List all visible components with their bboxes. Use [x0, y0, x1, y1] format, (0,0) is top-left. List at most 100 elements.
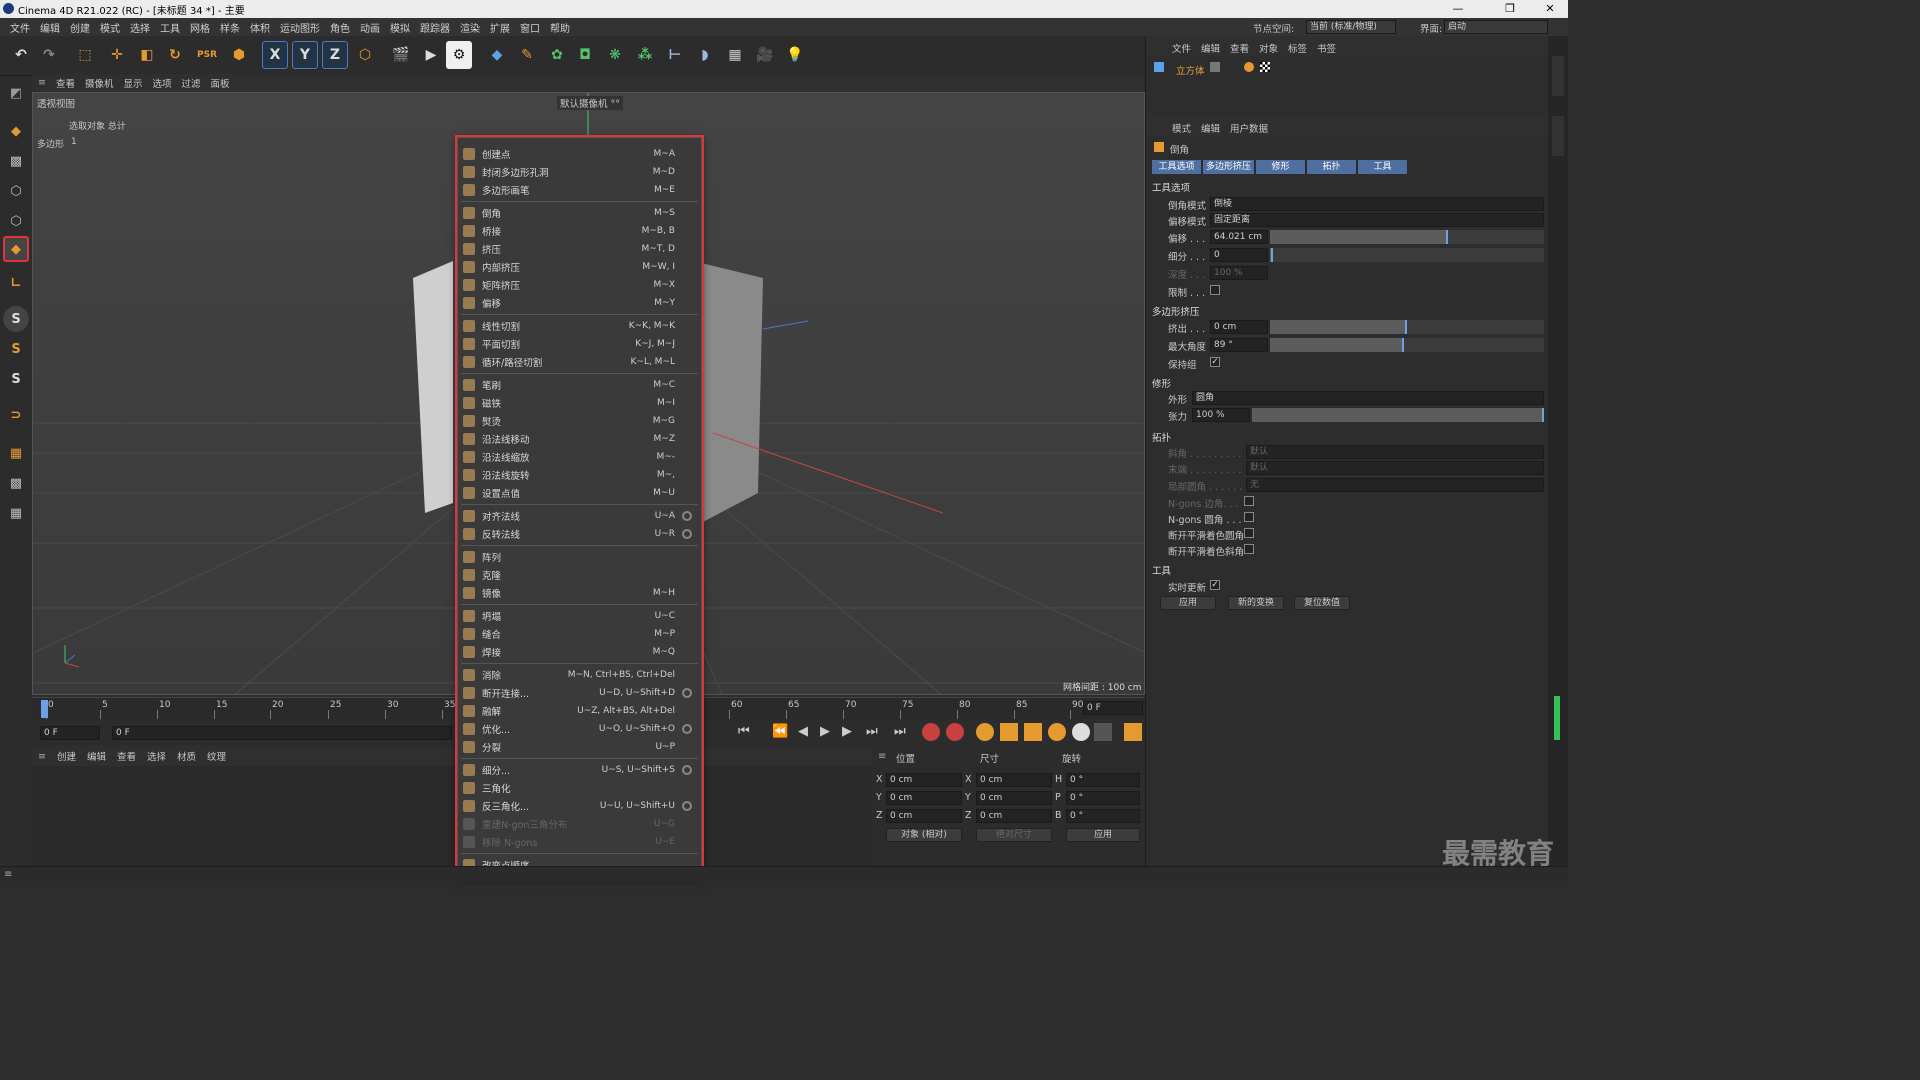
camera-label[interactable]: 默认摄像机 °° [557, 96, 624, 110]
tension-field[interactable]: 100 % [1192, 408, 1250, 422]
render-view-icon[interactable]: 🎬 [388, 41, 414, 69]
menu-item[interactable]: 文件 [10, 20, 30, 35]
menu-item[interactable]: 体积 [250, 20, 270, 35]
position-field[interactable]: 0 cm [886, 791, 962, 805]
object-manager-menu-item[interactable]: 文件 [1172, 41, 1191, 55]
size-field[interactable]: 0 cm [976, 791, 1052, 805]
ngon-corner-checkbox[interactable] [1244, 496, 1254, 506]
material-menu-icon[interactable]: ≡ [38, 751, 46, 762]
snap-icon[interactable]: S [3, 306, 29, 332]
texture-mode-icon[interactable]: ▩ [3, 148, 29, 174]
rotation-field[interactable]: 0 ° [1066, 773, 1140, 787]
menu-item[interactable]: 角色 [330, 20, 350, 35]
viewport-menu-item[interactable]: 查看 [56, 76, 75, 90]
ending-select[interactable]: 默认 [1246, 461, 1544, 475]
max-angle-slider[interactable] [1270, 338, 1544, 352]
record-icon[interactable] [922, 723, 940, 741]
object-manager-menu-item[interactable]: 对象 [1259, 41, 1278, 55]
phong-break-rounding-checkbox[interactable] [1244, 528, 1254, 538]
rotation-key-icon[interactable] [1048, 723, 1066, 741]
bevel-mode-select[interactable]: 倒棱 [1210, 197, 1544, 211]
attribute-tab[interactable]: 拓扑 [1307, 160, 1357, 174]
scale-key-icon[interactable] [1024, 723, 1042, 741]
menu-item[interactable]: 编辑 [40, 20, 60, 35]
field-icon[interactable]: ⊢ [662, 41, 688, 69]
goto-end-icon[interactable]: ⏭ [866, 724, 878, 739]
x-axis-icon[interactable]: X [262, 41, 288, 69]
coord-system-icon[interactable]: ⬡ [352, 41, 378, 69]
subdivision-slider[interactable] [1270, 248, 1544, 262]
coord-apply-button[interactable]: 应用 [1066, 828, 1140, 842]
attribute-tab[interactable]: 工具 [1358, 160, 1408, 174]
rotation-field[interactable]: 0 ° [1066, 809, 1140, 823]
offset-slider[interactable] [1270, 230, 1544, 244]
snap-toggle-icon[interactable]: S [3, 366, 29, 392]
material-menu-item[interactable]: 纹理 [207, 749, 226, 763]
psr-icon[interactable]: PSR [194, 41, 220, 69]
menu-item[interactable]: 样条 [220, 20, 240, 35]
viewport-menu-icon[interactable]: ≡ [38, 77, 46, 88]
light-icon[interactable]: 💡 [782, 41, 808, 69]
coord-mode-select[interactable]: 对象 (相对) [886, 828, 962, 842]
ngon-rounding-checkbox[interactable] [1244, 512, 1254, 522]
select-icon[interactable]: ⬚ [72, 41, 98, 69]
phong-break-miter-checkbox[interactable] [1244, 544, 1254, 554]
minimize-icon[interactable]: — [1443, 0, 1473, 18]
scale-icon[interactable]: ◧ [134, 41, 160, 69]
extrude-slider[interactable] [1270, 320, 1544, 334]
edges-mode-icon[interactable]: ⬡ [3, 208, 29, 234]
play-icon[interactable]: ▶ [820, 724, 830, 739]
side-tab-1[interactable] [1552, 56, 1564, 96]
generator-icon[interactable]: ✿ [544, 41, 570, 69]
rotate-icon[interactable]: ↻ [162, 41, 188, 69]
redo-icon[interactable]: ↷ [36, 41, 62, 69]
object-manager-menu-item[interactable]: 标签 [1288, 41, 1307, 55]
partial-rounding-select[interactable]: 无 [1246, 478, 1544, 492]
coord-size-mode-select[interactable]: 绝对尺寸 [976, 828, 1052, 842]
y-axis-icon[interactable]: Y [292, 41, 318, 69]
new-transform-button[interactable]: 新的变换 [1228, 596, 1284, 610]
offset-field[interactable]: 64.021 cm [1210, 230, 1268, 244]
prev-frame-icon[interactable]: ◀ [798, 724, 808, 739]
position-field[interactable]: 0 cm [886, 809, 962, 823]
deform-icon[interactable]: ◗ [692, 41, 718, 69]
offset-mode-select[interactable]: 固定距离 [1210, 213, 1544, 227]
current-frame-field[interactable]: 0 F [40, 726, 100, 740]
size-field[interactable]: 0 cm [976, 809, 1052, 823]
material-menu-item[interactable]: 查看 [117, 749, 136, 763]
object-icon[interactable]: ⬢ [226, 41, 252, 69]
menu-item[interactable]: 窗口 [520, 20, 540, 35]
menu-item[interactable]: 帮助 [550, 20, 570, 35]
object-manager-menu-item[interactable]: 编辑 [1201, 41, 1220, 55]
viewport-menu-item[interactable]: 选项 [153, 76, 172, 90]
apply-button[interactable]: 应用 [1160, 596, 1216, 610]
menu-item[interactable]: 动画 [360, 20, 380, 35]
status-menu-icon[interactable]: ≡ [4, 869, 12, 880]
end-icon[interactable]: ⏭ [894, 724, 906, 739]
close-icon[interactable]: ✕ [1535, 0, 1565, 18]
rotation-field[interactable]: 0 ° [1066, 791, 1140, 805]
menu-item[interactable]: 模式 [100, 20, 120, 35]
max-angle-field[interactable]: 89 ° [1210, 338, 1268, 352]
floor-icon[interactable]: ▦ [722, 41, 748, 69]
attribute-menu-item[interactable]: 编辑 [1201, 121, 1220, 135]
prev-key-icon[interactable]: ⏪ [772, 724, 788, 739]
spline-pen-icon[interactable]: ✎ [514, 41, 540, 69]
menu-item[interactable]: 创建 [70, 20, 90, 35]
magnet-icon[interactable]: ⊃ [3, 402, 29, 428]
layout-select[interactable]: 启动 [1444, 20, 1548, 34]
node-space-select[interactable]: 当前 (标准/物理) [1306, 20, 1396, 34]
camera-icon[interactable]: 🎥 [752, 41, 778, 69]
grid-icon[interactable]: ▩ [3, 470, 29, 496]
menu-item[interactable]: 渲染 [460, 20, 480, 35]
keep-group-checkbox[interactable]: ✓ [1210, 357, 1220, 367]
subdivision-field[interactable]: 0 [1210, 248, 1268, 262]
menu-item[interactable]: 工具 [160, 20, 180, 35]
z-axis-icon[interactable]: Z [322, 41, 348, 69]
size-field[interactable]: 0 cm [976, 773, 1052, 787]
undo-icon[interactable]: ↶ [8, 41, 34, 69]
snap-settings-icon[interactable]: S [3, 336, 29, 362]
end-frame-field[interactable]: 0 F [1083, 701, 1143, 715]
position-key-icon[interactable] [1000, 723, 1018, 741]
menu-item[interactable]: 选择 [130, 20, 150, 35]
